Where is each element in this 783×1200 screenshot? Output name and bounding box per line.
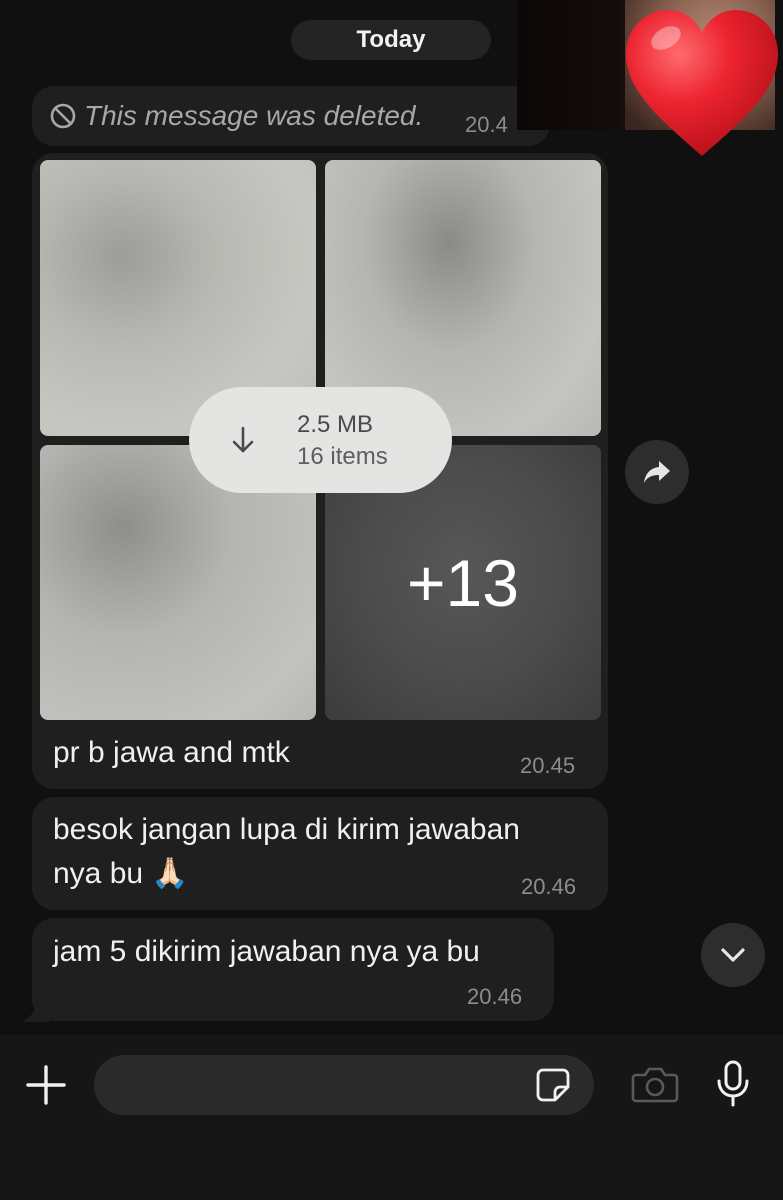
date-separator-label: Today bbox=[356, 26, 426, 53]
chevron-down-icon bbox=[721, 948, 745, 962]
message-timestamp: 20.45 bbox=[520, 753, 576, 778]
heart-icon bbox=[626, 10, 778, 156]
ban-icon bbox=[50, 103, 76, 129]
message-timestamp: 20.46 bbox=[467, 984, 523, 1009]
message-timestamp: 20.4 bbox=[465, 112, 508, 137]
date-separator: Today bbox=[291, 20, 491, 60]
message-bubble[interactable]: besok jangan lupa di kirim jawaban nya b… bbox=[32, 797, 608, 910]
scroll-to-bottom-button[interactable] bbox=[701, 923, 765, 987]
message-timestamp: 20.46 bbox=[521, 874, 577, 899]
message-text-line: besok jangan lupa di kirim jawaban bbox=[53, 813, 520, 846]
sticker-icon[interactable] bbox=[535, 1067, 571, 1103]
deleted-message-bubble[interactable]: This message was deleted. 20.4 bbox=[32, 86, 550, 146]
camera-icon[interactable] bbox=[630, 1066, 680, 1104]
download-button[interactable]: 2.5 MB 16 items bbox=[189, 387, 452, 493]
plus-icon[interactable] bbox=[25, 1064, 67, 1106]
message-text-line: nya bu 🙏🏻 bbox=[53, 857, 189, 890]
forward-icon bbox=[644, 461, 670, 483]
download-item-count: 16 items bbox=[297, 443, 388, 470]
microphone-icon[interactable] bbox=[714, 1060, 752, 1108]
forward-button[interactable] bbox=[625, 440, 689, 504]
message-text: jam 5 dikirim jawaban nya ya bu bbox=[53, 935, 480, 968]
message-bubble[interactable]: jam 5 dikirim jawaban nya ya bu 20.46 bbox=[32, 918, 554, 1021]
arrow-down-icon bbox=[232, 426, 254, 453]
deleted-message-text: This message was deleted. bbox=[84, 100, 424, 131]
album-caption: pr b jawa and mtk bbox=[53, 736, 290, 769]
download-size: 2.5 MB bbox=[297, 411, 374, 438]
message-input[interactable] bbox=[94, 1055, 594, 1115]
